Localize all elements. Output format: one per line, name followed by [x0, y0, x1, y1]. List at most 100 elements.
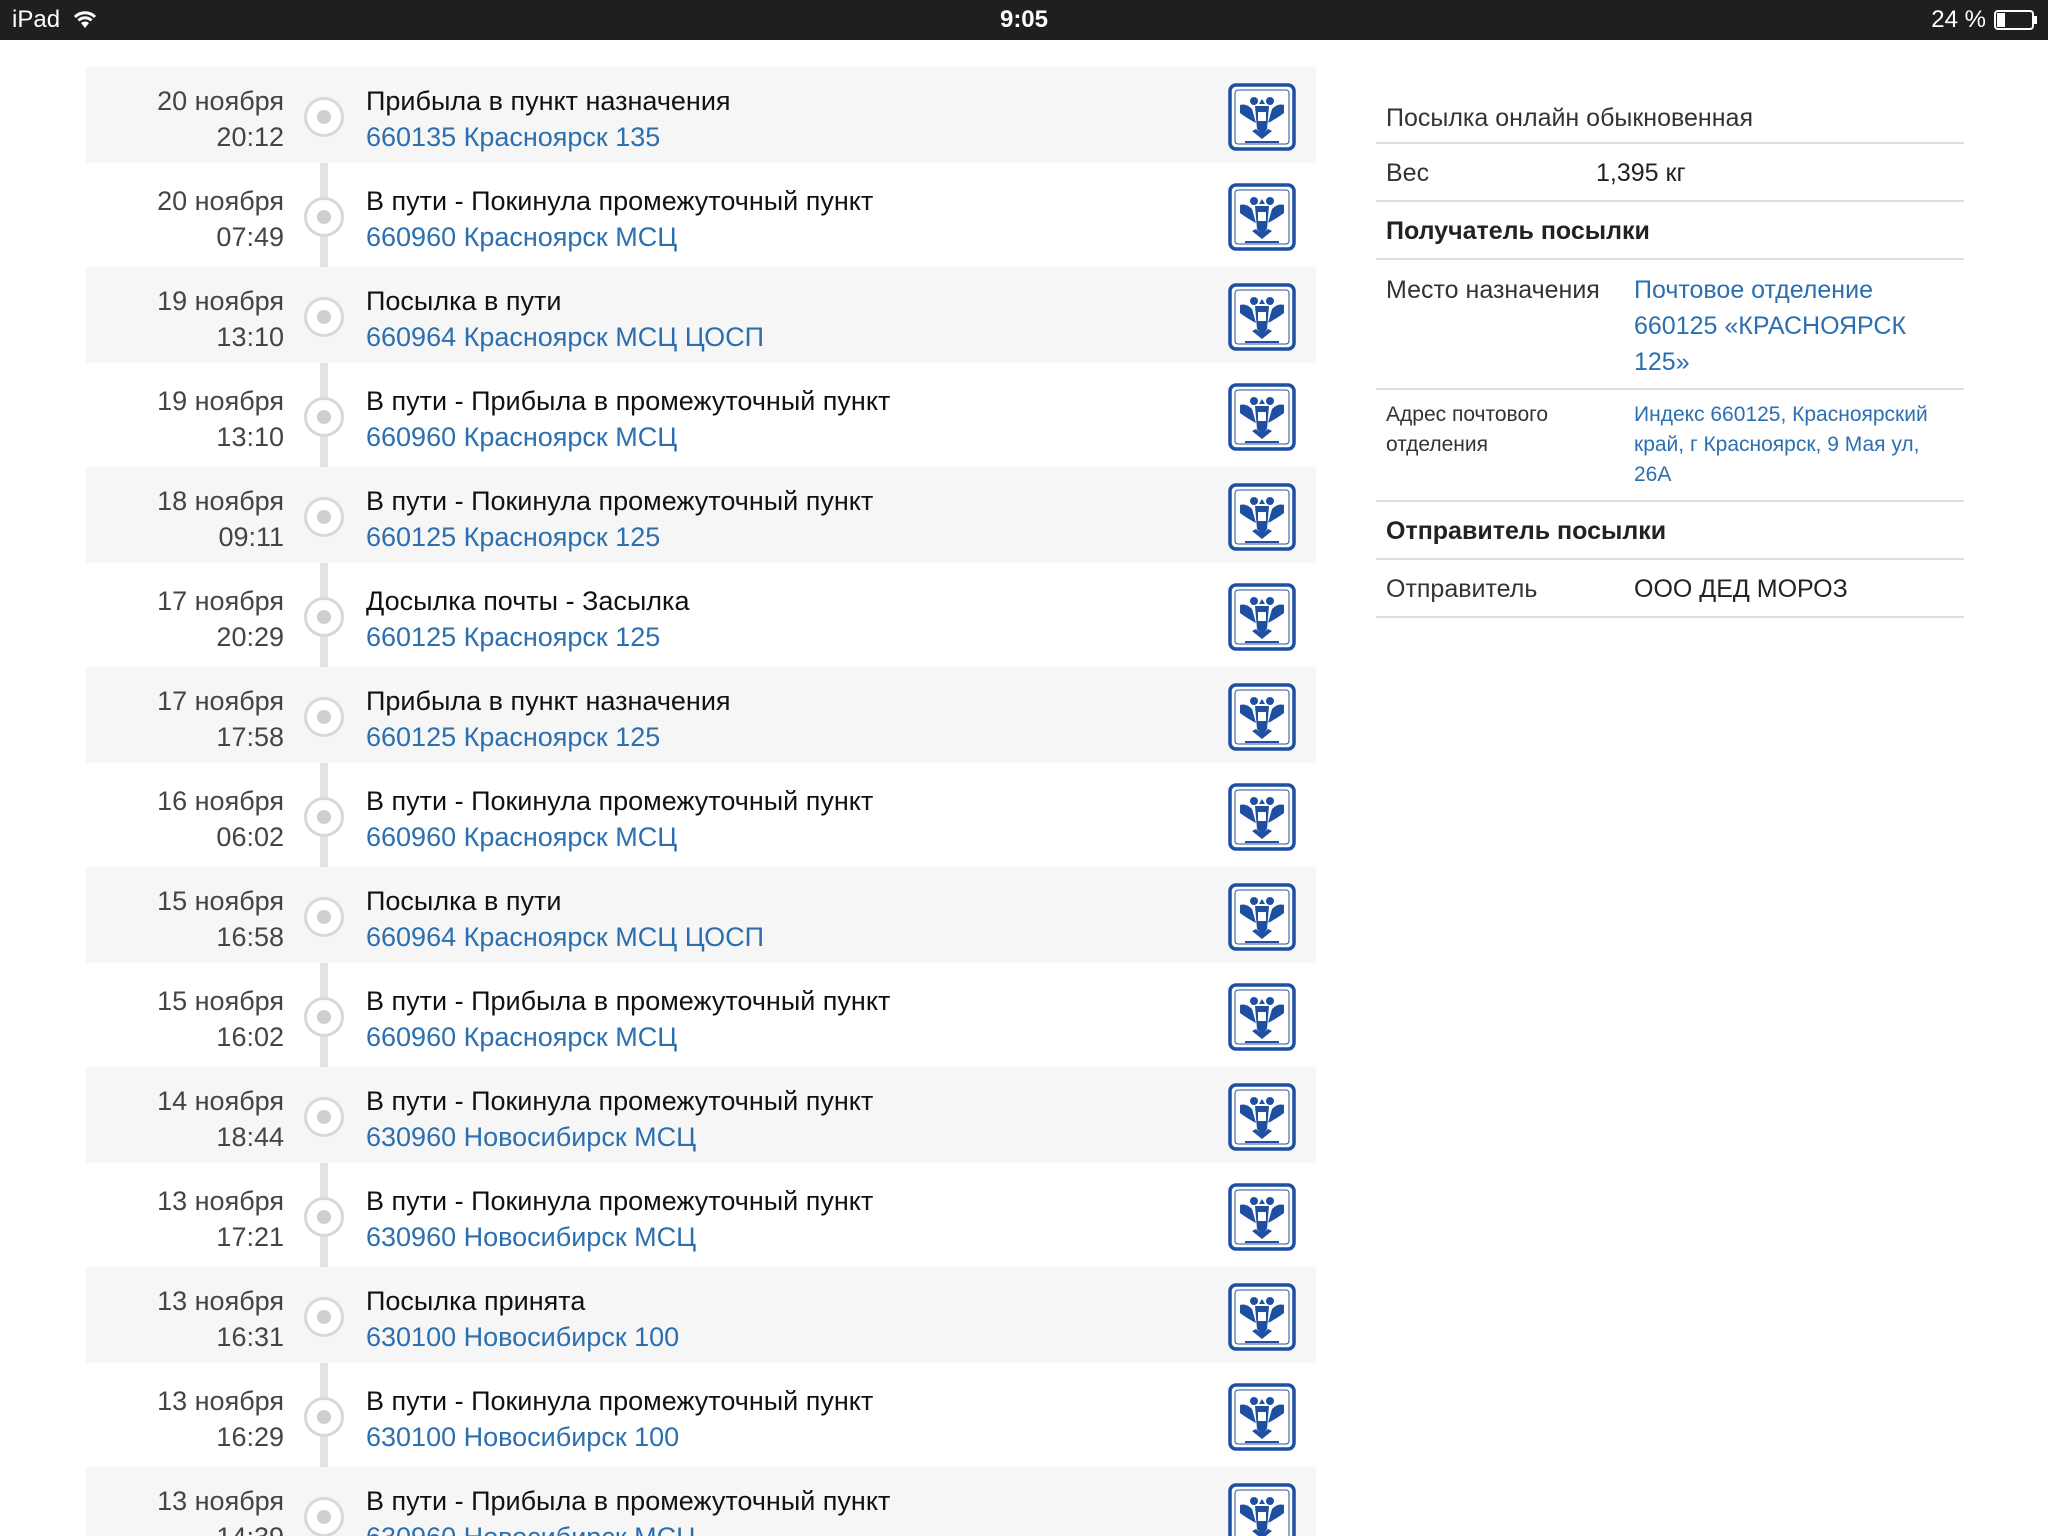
sender-heading: Отправитель посылки [1386, 517, 1667, 545]
timeline-dot-icon [304, 397, 344, 437]
event-date: 13 ноября [157, 1186, 284, 1216]
russian-post-logo-icon [1228, 183, 1296, 251]
event-datetime: 13 ноября 16:29 [86, 1383, 284, 1455]
address-label: Адрес почтового отделения [1386, 403, 1549, 456]
event-date: 19 ноября [157, 386, 284, 416]
event-status: Посылка принята [366, 1286, 586, 1316]
timeline-dot-icon [304, 97, 344, 137]
tracking-event-row[interactable]: 14 ноября 18:44 В пути - Покинула промеж… [86, 1067, 1316, 1163]
event-place-link[interactable]: 660125 Красноярск 125 [366, 619, 660, 655]
event-time: 16:58 [216, 922, 284, 952]
event-time: 17:21 [216, 1222, 284, 1252]
event-place-link[interactable]: 660960 Красноярск МСЦ [366, 1019, 677, 1055]
event-time: 20:29 [216, 622, 284, 652]
tracking-event-row[interactable]: 15 ноября 16:58 Посылка в пути 660964 Кр… [86, 867, 1316, 963]
sender-value: ООО ДЕД МОРОЗ [1634, 575, 1848, 603]
event-datetime: 13 ноября 17:21 [86, 1183, 284, 1255]
russian-post-logo-icon [1228, 583, 1296, 651]
destination-link[interactable]: Почтовое отделение 660125 «КРАСНОЯРСК 12… [1634, 272, 1960, 380]
event-status: В пути - Прибыла в промежуточный пункт [366, 986, 891, 1016]
event-status: В пути - Покинула промежуточный пункт [366, 1186, 874, 1216]
timeline-dot-icon [304, 497, 344, 537]
event-place-link[interactable]: 660135 Красноярск 135 [366, 119, 660, 155]
package-details: Посылка онлайн обыкновенная Вес 1,395 кг… [1376, 90, 1964, 618]
destination-label: Место назначения [1386, 276, 1600, 304]
russian-post-logo-icon [1228, 483, 1296, 551]
event-place-link[interactable]: 630100 Новосибирск 100 [366, 1319, 679, 1355]
event-place-link[interactable]: 630100 Новосибирск 100 [366, 1419, 679, 1455]
event-datetime: 14 ноября 18:44 [86, 1083, 284, 1155]
event-date: 14 ноября [157, 1086, 284, 1116]
recipient-heading: Получатель посылки [1386, 217, 1650, 245]
russian-post-logo-icon [1228, 683, 1296, 751]
address-link[interactable]: Индекс 660125, Красноярский край, г Крас… [1634, 400, 1960, 490]
timeline-dot-icon [304, 597, 344, 637]
event-status: Посылка в пути [366, 286, 562, 316]
event-time: 18:44 [216, 1122, 284, 1152]
event-place-link[interactable]: 660960 Красноярск МСЦ [366, 819, 677, 855]
russian-post-logo-icon [1228, 383, 1296, 451]
tracking-event-row[interactable]: 19 ноября 13:10 Посылка в пути 660964 Кр… [86, 267, 1316, 363]
event-datetime: 20 ноября 20:12 [86, 83, 284, 155]
event-place-link[interactable]: 660125 Красноярск 125 [366, 519, 660, 555]
tracking-event-row[interactable]: 17 ноября 17:58 Прибыла в пункт назначен… [86, 667, 1316, 763]
battery-percent: 24 % [1931, 6, 1986, 33]
tracking-event-row[interactable]: 16 ноября 06:02 В пути - Покинула промеж… [86, 767, 1316, 863]
timeline-dot-icon [304, 797, 344, 837]
event-datetime: 13 ноября 14:39 [86, 1483, 284, 1536]
battery-icon [1994, 10, 2037, 30]
timeline-dot-icon [304, 1397, 344, 1437]
event-status: В пути - Покинула промежуточный пункт [366, 186, 874, 216]
tracking-event-row[interactable]: 20 ноября 20:12 Прибыла в пункт назначен… [86, 67, 1316, 163]
event-status: В пути - Прибыла в промежуточный пункт [366, 1486, 891, 1516]
event-time: 09:11 [218, 522, 284, 552]
event-place-link[interactable]: 660964 Красноярск МСЦ ЦОСП [366, 919, 764, 955]
event-place-link[interactable]: 630960 Новосибирск МСЦ [366, 1519, 696, 1536]
tracking-event-row[interactable]: 13 ноября 16:29 В пути - Покинула промеж… [86, 1367, 1316, 1463]
sender-row: Отправитель ООО ДЕД МОРОЗ [1376, 560, 1964, 618]
timeline-dot-icon [304, 997, 344, 1037]
tracking-event-row[interactable]: 18 ноября 09:11 В пути - Покинула промеж… [86, 467, 1316, 563]
event-date: 20 ноября [157, 186, 284, 216]
tracking-event-row[interactable]: 15 ноября 16:02 В пути - Прибыла в проме… [86, 967, 1316, 1063]
event-date: 16 ноября [157, 786, 284, 816]
event-place-link[interactable]: 660125 Красноярск 125 [366, 719, 660, 755]
event-date: 13 ноября [157, 1486, 284, 1516]
russian-post-logo-icon [1228, 1183, 1296, 1251]
event-place-link[interactable]: 660964 Красноярск МСЦ ЦОСП [366, 319, 764, 355]
russian-post-logo-icon [1228, 1083, 1296, 1151]
event-datetime: 18 ноября 09:11 [86, 483, 284, 555]
event-datetime: 15 ноября 16:58 [86, 883, 284, 955]
tracking-event-row[interactable]: 17 ноября 20:29 Досылка почты - Засылка … [86, 567, 1316, 663]
event-date: 20 ноября [157, 86, 284, 116]
event-date: 15 ноября [157, 986, 284, 1016]
timeline-dot-icon [304, 1497, 344, 1536]
event-datetime: 17 ноября 20:29 [86, 583, 284, 655]
event-datetime: 13 ноября 16:31 [86, 1283, 284, 1355]
event-status: В пути - Покинула промежуточный пункт [366, 1086, 874, 1116]
event-time: 16:29 [216, 1422, 284, 1452]
recipient-heading-row: Получатель посылки [1376, 202, 1964, 260]
tracking-event-row[interactable]: 19 ноября 13:10 В пути - Прибыла в проме… [86, 367, 1316, 463]
tracking-event-row[interactable]: 20 ноября 07:49 В пути - Покинула промеж… [86, 167, 1316, 263]
tracking-event-row[interactable]: 13 ноября 16:31 Посылка принята 630100 Н… [86, 1267, 1316, 1363]
weight-label: Вес [1386, 159, 1430, 187]
russian-post-logo-icon [1228, 83, 1296, 151]
event-datetime: 19 ноября 13:10 [86, 283, 284, 355]
event-datetime: 16 ноября 06:02 [86, 783, 284, 855]
russian-post-logo-icon [1228, 1483, 1296, 1536]
event-place-link[interactable]: 660960 Красноярск МСЦ [366, 219, 677, 255]
event-time: 20:12 [216, 122, 284, 152]
russian-post-logo-icon [1228, 1383, 1296, 1451]
event-date: 19 ноября [157, 286, 284, 316]
russian-post-logo-icon [1228, 283, 1296, 351]
event-datetime: 20 ноября 07:49 [86, 183, 284, 255]
event-status: Досылка почты - Засылка [366, 586, 690, 616]
event-place-link[interactable]: 630960 Новосибирск МСЦ [366, 1219, 696, 1255]
event-place-link[interactable]: 630960 Новосибирск МСЦ [366, 1119, 696, 1155]
event-place-link[interactable]: 660960 Красноярск МСЦ [366, 419, 677, 455]
destination-row: Место назначения Почтовое отделение 6601… [1376, 260, 1964, 390]
tracking-event-row[interactable]: 13 ноября 14:39 В пути - Прибыла в проме… [86, 1467, 1316, 1536]
tracking-event-row[interactable]: 13 ноября 17:21 В пути - Покинула промеж… [86, 1167, 1316, 1263]
event-status: В пути - Прибыла в промежуточный пункт [366, 386, 891, 416]
